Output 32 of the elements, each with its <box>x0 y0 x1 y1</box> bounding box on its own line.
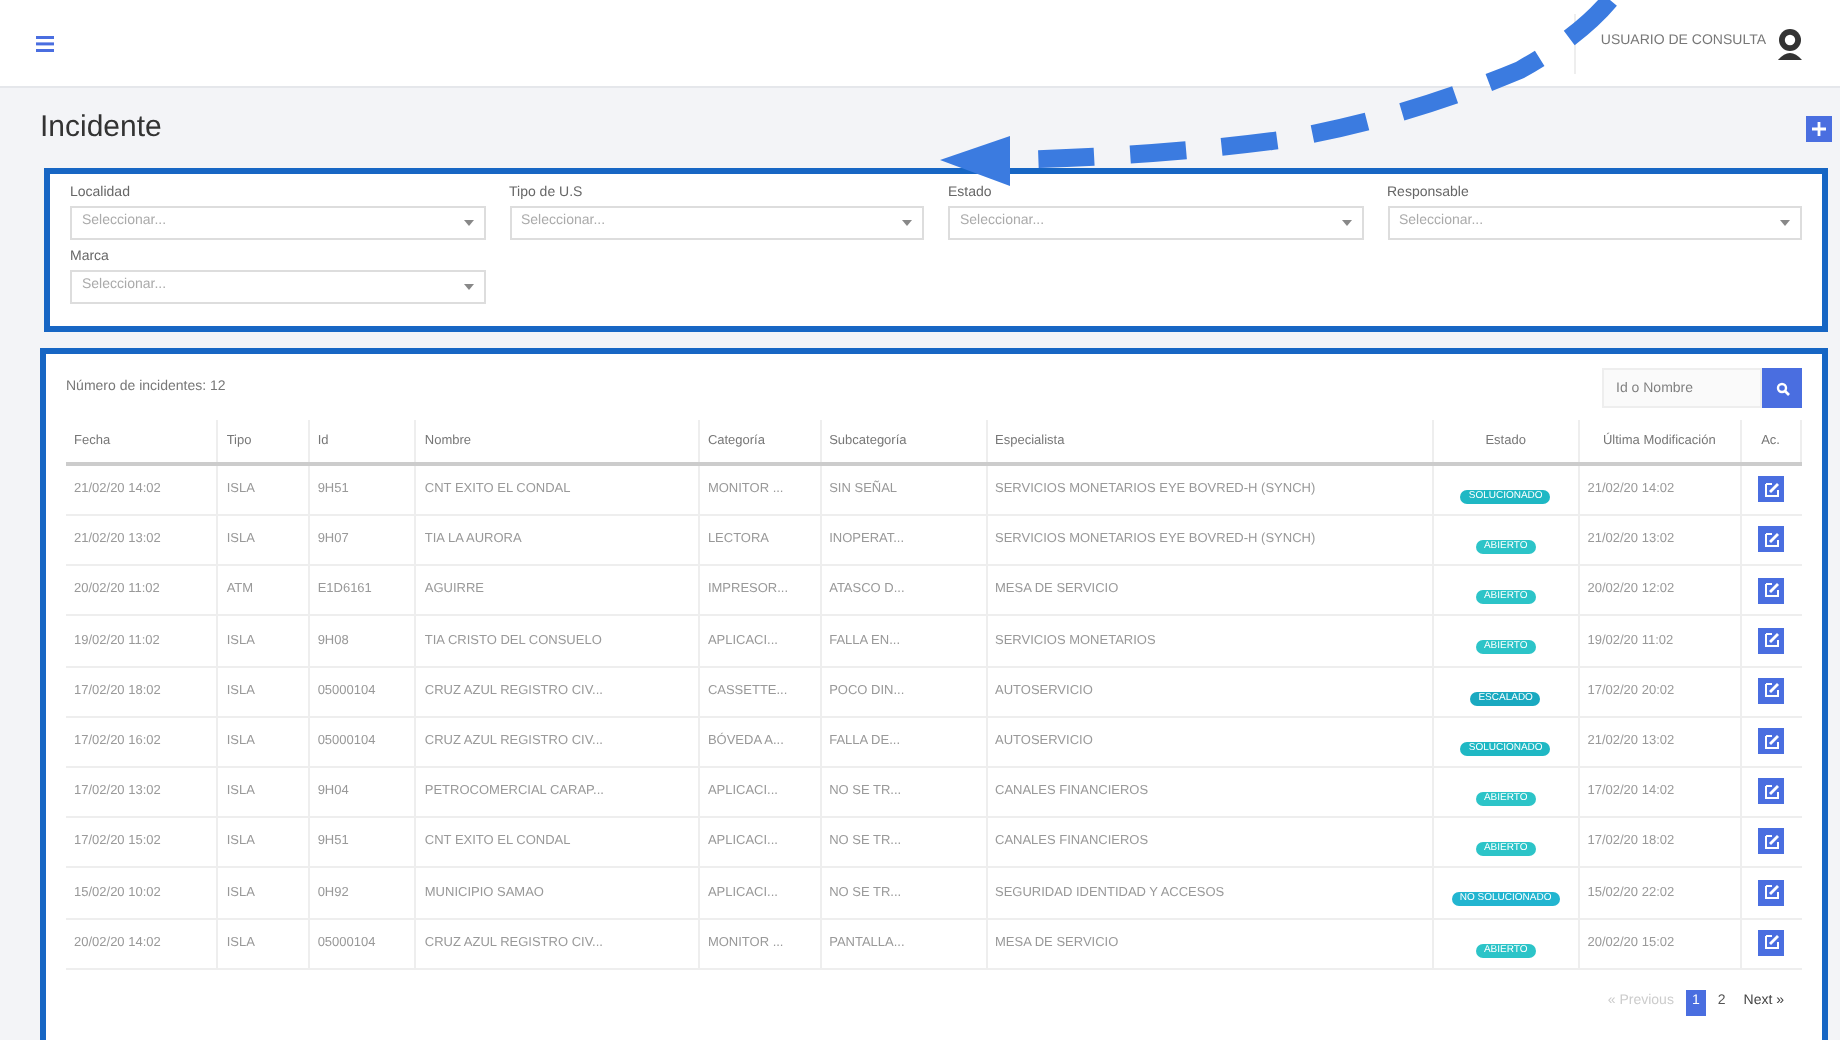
edit-icon <box>1763 481 1780 498</box>
edit-icon <box>1763 632 1780 649</box>
edit-button[interactable] <box>1758 677 1785 704</box>
caret-icon <box>1780 220 1790 226</box>
edit-icon <box>1763 783 1780 800</box>
edit-icon <box>1763 733 1780 750</box>
edit-button[interactable] <box>1758 577 1785 604</box>
edit-button[interactable] <box>1758 476 1785 503</box>
edit-icon <box>1763 934 1780 951</box>
edit-button[interactable] <box>1758 627 1785 654</box>
caret-icon <box>902 220 912 226</box>
edit-button[interactable] <box>1758 929 1785 956</box>
edit-icon <box>1763 582 1780 599</box>
search-button[interactable] <box>1762 368 1802 408</box>
user-avatar-icon[interactable] <box>1776 27 1804 59</box>
search-icon <box>1775 381 1789 395</box>
edit-button[interactable] <box>1758 728 1785 755</box>
edit-icon <box>1763 531 1780 548</box>
edit-button[interactable] <box>1758 879 1785 906</box>
caret-icon <box>463 220 473 226</box>
menu-icon[interactable] <box>36 35 54 51</box>
edit-button[interactable] <box>1758 526 1785 553</box>
page-title: Incidente <box>40 107 162 148</box>
add-button[interactable] <box>1806 115 1832 141</box>
edit-icon <box>1763 833 1780 850</box>
plus-icon <box>1812 121 1826 135</box>
edit-button[interactable] <box>1758 828 1785 855</box>
edit-button[interactable] <box>1758 778 1785 805</box>
caret-icon <box>1341 220 1351 226</box>
edit-icon <box>1763 884 1780 901</box>
caret-icon <box>463 284 473 290</box>
edit-icon <box>1763 682 1780 699</box>
